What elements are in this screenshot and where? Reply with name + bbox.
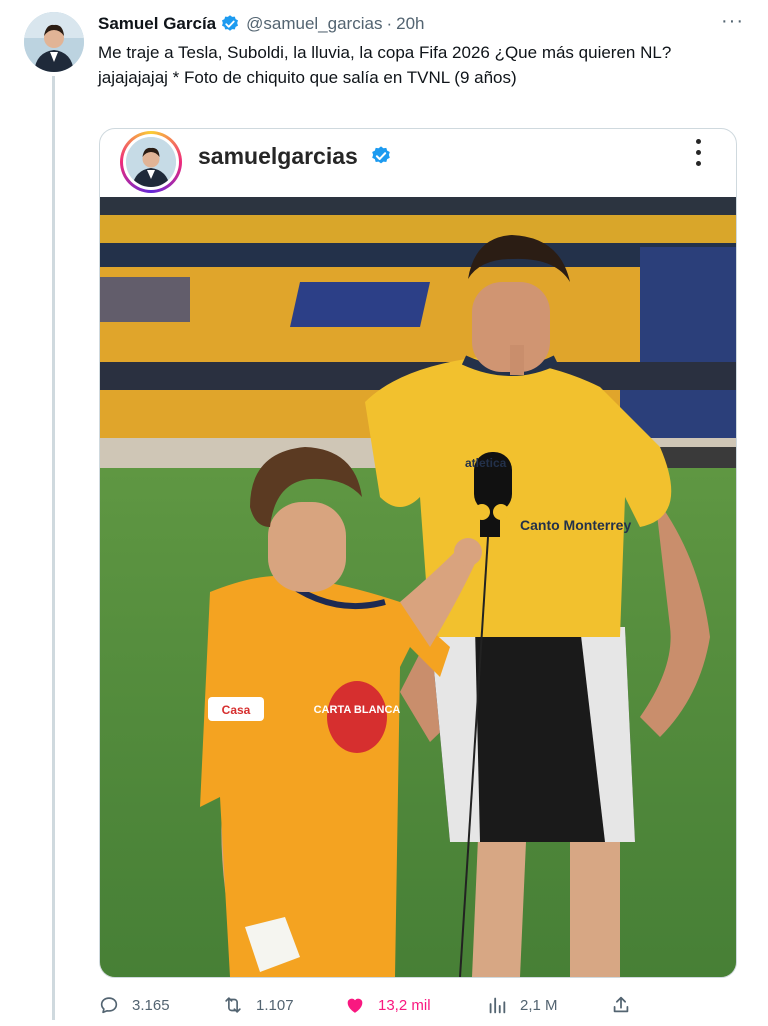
retweet-icon xyxy=(225,997,241,1013)
like-count: 13,2 mil xyxy=(378,996,431,1014)
reply-button[interactable]: 3.165 xyxy=(98,992,170,1018)
embedded-instagram-post[interactable]: samuelgarcias CARTA BLANCA Casa atletica… xyxy=(99,128,737,978)
story-ring[interactable] xyxy=(120,131,182,193)
heart-icon xyxy=(347,998,363,1013)
share-icon xyxy=(613,996,629,1013)
author-name[interactable]: Samuel García xyxy=(98,14,216,34)
share-button[interactable] xyxy=(610,992,644,1018)
man-shirt-sponsor: Canto Monterrey xyxy=(520,517,631,533)
boy-jersey-sponsor: CARTA BLANCA xyxy=(314,704,401,716)
timestamp[interactable]: 20h xyxy=(396,14,424,34)
embed-header: samuelgarcias xyxy=(100,129,736,195)
views-button[interactable]: 2,1 M xyxy=(486,992,558,1018)
man-shirt-brand: atletica xyxy=(465,456,507,470)
separator-dot: · xyxy=(386,14,393,33)
views-icon xyxy=(489,997,506,1014)
thread-line xyxy=(52,76,55,1020)
embed-username[interactable]: samuelgarcias xyxy=(198,143,358,170)
tweet-text-line: jajajajajaj * Foto de chiquito que salía… xyxy=(98,68,517,87)
more-icon[interactable]: ··· xyxy=(721,10,744,33)
tweet-text: Me traje a Tesla, Suboldi, la lluvia, la… xyxy=(98,40,738,90)
kebab-menu-icon[interactable] xyxy=(694,139,702,169)
boy-jersey-badge: Casa xyxy=(222,703,251,717)
verified-icon xyxy=(370,145,392,167)
reply-count: 3.165 xyxy=(132,996,170,1014)
retweet-button[interactable]: 1.107 xyxy=(222,992,294,1018)
embed-avatar xyxy=(126,137,176,187)
like-button[interactable]: 13,2 mil xyxy=(344,992,431,1018)
retweet-count: 1.107 xyxy=(256,996,294,1014)
tweet-actions: 3.165 1.107 13,2 mil 2,1 M xyxy=(98,992,658,1018)
author-avatar[interactable] xyxy=(24,12,84,72)
reply-icon xyxy=(100,997,118,1014)
tweet[interactable]: Samuel García @samuel_garcias · 20h ··· … xyxy=(0,0,768,1026)
author-handle[interactable]: @samuel_garcias xyxy=(246,14,382,34)
views-count: 2,1 M xyxy=(520,996,558,1014)
verified-icon xyxy=(220,14,240,34)
tweet-text-line: Me traje a Tesla, Suboldi, la lluvia, la… xyxy=(98,43,672,62)
post-photo[interactable]: CARTA BLANCA Casa atletica Canto Monterr… xyxy=(100,197,737,977)
tweet-header: Samuel García @samuel_garcias · 20h ··· xyxy=(98,10,744,36)
